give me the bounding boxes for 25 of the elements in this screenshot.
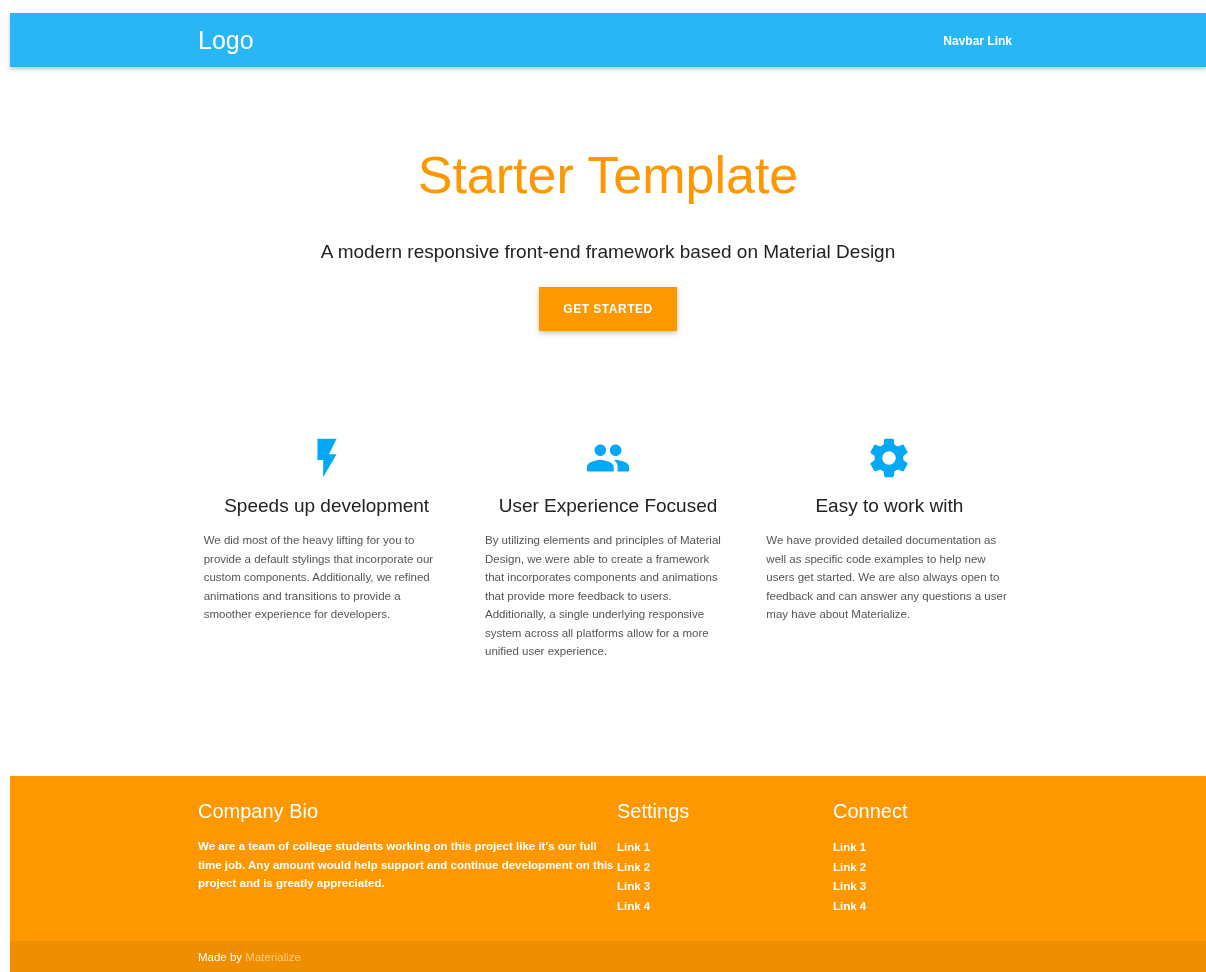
navbar-link[interactable]: Navbar Link xyxy=(943,34,1012,48)
hero-title: Starter Template xyxy=(416,145,800,206)
footer-link[interactable]: Link 2 xyxy=(617,860,651,873)
get-started-button[interactable]: GET STARTED xyxy=(539,287,677,331)
footer-link[interactable]: Link 4 xyxy=(617,899,651,912)
feature-description: We have provided detailed documentation as well as specific code examples to help new users get started. We are also always open to feedback and can answer any questions a user may have about Materialize. xyxy=(766,533,1008,622)
feature-description: By utilizing elements and principles of Material Design, we were able to create a framework that incorporates components and animations that provide more feedback to users. Additionally, a single underlying responsive system across all platforms allow for a more unified user experience. xyxy=(485,533,722,659)
footer-link[interactable]: Link 1 xyxy=(833,841,867,853)
feature-title: User Experience Focused xyxy=(498,495,718,517)
materialize-link[interactable]: Materialize xyxy=(245,950,301,963)
footer-link[interactable]: Link 3 xyxy=(617,880,651,892)
footer-heading: Connect xyxy=(833,800,909,823)
feature-title: Speeds up development xyxy=(224,495,430,517)
credit-text: Made by Materialize xyxy=(198,950,302,963)
logo-link[interactable]: Logo xyxy=(198,25,254,55)
footer-link[interactable]: Link 4 xyxy=(833,899,867,912)
company-bio-text: We are a team of college students working on this project like it's our full time job. Any amount would help support and continue development on this project and is greatly appreciated. xyxy=(198,839,614,891)
footer-link[interactable]: Link 2 xyxy=(833,860,867,873)
footer-link[interactable]: Link 1 xyxy=(617,841,651,853)
footer-heading: Settings xyxy=(617,800,691,823)
feature-description: We did most of the heavy lifting for you to provide a default stylings that incorporate our custom components. Additionally, we refined animations and transitions to provide a smoother experience for developers. xyxy=(203,533,435,622)
feature-title: Easy to work with xyxy=(815,495,964,517)
hero-subtitle: A modern responsive front-end framework based on Material Design xyxy=(319,241,897,263)
footer-link[interactable]: Link 3 xyxy=(833,880,867,892)
footer-heading: Company Bio xyxy=(198,800,320,823)
